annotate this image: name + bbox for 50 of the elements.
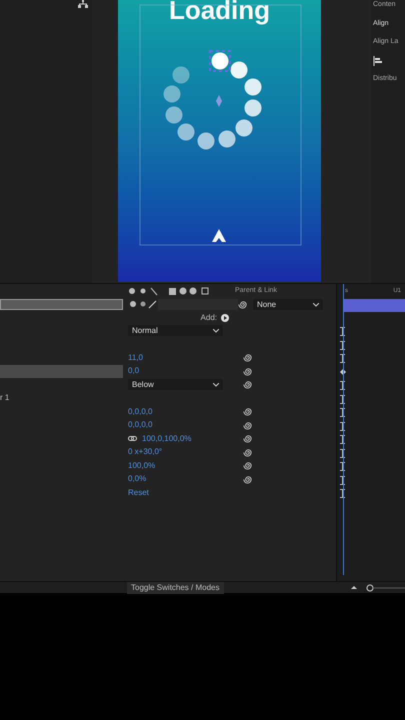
selection-handles[interactable] — [209, 50, 231, 72]
property-value[interactable]: 11,0 — [128, 352, 143, 364]
layer-label: r 1 — [0, 392, 10, 404]
add-label: Add: — [200, 312, 217, 324]
spiral-icon[interactable] — [243, 420, 252, 430]
property-value[interactable]: 0,0% — [128, 473, 146, 486]
property-value[interactable]: 100,0% — [128, 460, 156, 472]
marker-icon[interactable] — [340, 408, 345, 418]
property-value[interactable]: Reset — [128, 486, 149, 499]
marker-icon[interactable] — [340, 327, 345, 336]
mode-dropdown[interactable]: Below — [128, 379, 223, 390]
play-circle-icon[interactable] — [221, 314, 229, 322]
logo-icon — [212, 229, 226, 242]
marker-icon[interactable] — [340, 394, 345, 404]
marker-icon[interactable] — [340, 462, 345, 472]
loading-title: Loading — [168, 0, 270, 23]
spiral-icon[interactable] — [243, 448, 252, 457]
marker-icon[interactable] — [340, 422, 345, 431]
property-value[interactable]: 0,0,0,0 — [128, 406, 152, 418]
property-value[interactable]: 0,0 — [128, 365, 140, 378]
marker-icon[interactable] — [340, 354, 345, 364]
hierarchy-icon[interactable] — [78, 0, 88, 8]
spiral-icon[interactable] — [243, 474, 252, 484]
property-value[interactable]: 0,0,0,0 — [128, 419, 152, 432]
spiral-icon[interactable] — [243, 353, 252, 362]
property-value[interactable]: 100,0,100,0% — [142, 432, 192, 445]
chevron-icon — [313, 302, 319, 306]
layer-switches-icon[interactable] — [128, 300, 158, 309]
spiral-icon[interactable] — [243, 380, 252, 390]
spiral-icon[interactable] — [243, 366, 252, 376]
marker-icon[interactable] — [340, 381, 345, 390]
marker-icon[interactable] — [340, 489, 345, 498]
chevron-icon — [213, 328, 219, 333]
spiral-icon[interactable] — [243, 434, 252, 444]
property-value[interactable]: 0 x+30,0° — [128, 446, 162, 458]
zoom-slider-icon[interactable] — [350, 584, 405, 592]
layer-name-field[interactable] — [0, 299, 123, 310]
align-left-icon[interactable] — [373, 56, 383, 66]
spiral-icon[interactable] — [238, 300, 247, 309]
chevron-icon — [213, 382, 219, 387]
mode-dropdown[interactable]: Normal — [128, 325, 223, 336]
link-icon[interactable] — [128, 436, 137, 442]
marker-icon[interactable] — [340, 448, 345, 458]
marker-icon[interactable] — [340, 435, 345, 444]
spiral-icon[interactable] — [243, 461, 252, 470]
toggle-switches-button[interactable]: Toggle Switches / Modes — [127, 582, 224, 594]
marker-icon[interactable] — [340, 476, 345, 485]
marker-icon[interactable] — [340, 340, 345, 350]
spiral-icon[interactable] — [243, 407, 252, 416]
parent-dropdown[interactable]: None — [253, 299, 323, 310]
